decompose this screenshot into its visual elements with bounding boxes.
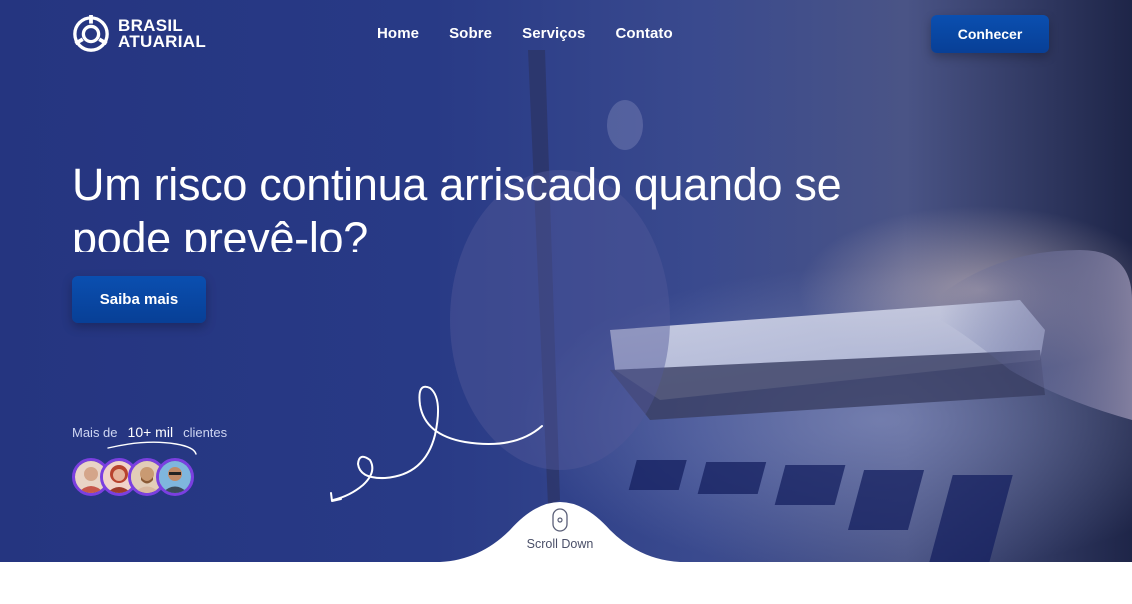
conhecer-button[interactable]: Conhecer (931, 15, 1049, 53)
main-nav: Home Sobre Serviços Contato (377, 25, 673, 42)
next-section (0, 562, 1132, 604)
nav-sobre[interactable]: Sobre (449, 25, 492, 42)
saiba-mais-button[interactable]: Saiba mais (72, 276, 206, 323)
brand-logo[interactable]: BRASIL ATUARIAL (72, 15, 206, 53)
hero-headline: Um risco continua arriscado quando se po… (72, 159, 842, 252)
brand-name: BRASIL ATUARIAL (118, 17, 207, 51)
hero-section: BRASIL ATUARIAL Home Sobre Serviços Cont… (0, 0, 1132, 562)
doodle-arrow-icon (330, 385, 543, 502)
brand-line-2: ATUARIAL (118, 32, 207, 51)
nav-contato[interactable]: Contato (615, 25, 672, 42)
mouse-scroll-icon[interactable] (552, 508, 568, 532)
scroll-down-label[interactable]: Scroll Down (500, 537, 620, 551)
client-avatars (72, 458, 194, 496)
underline-swoosh-icon (107, 441, 197, 455)
logo-emblem-icon (73, 15, 109, 52)
avatar (156, 458, 194, 496)
social-proof: Mais de 10+ mil clientes (72, 424, 227, 496)
nav-home[interactable]: Home (377, 25, 419, 42)
nav-servicos[interactable]: Serviços (522, 25, 585, 42)
